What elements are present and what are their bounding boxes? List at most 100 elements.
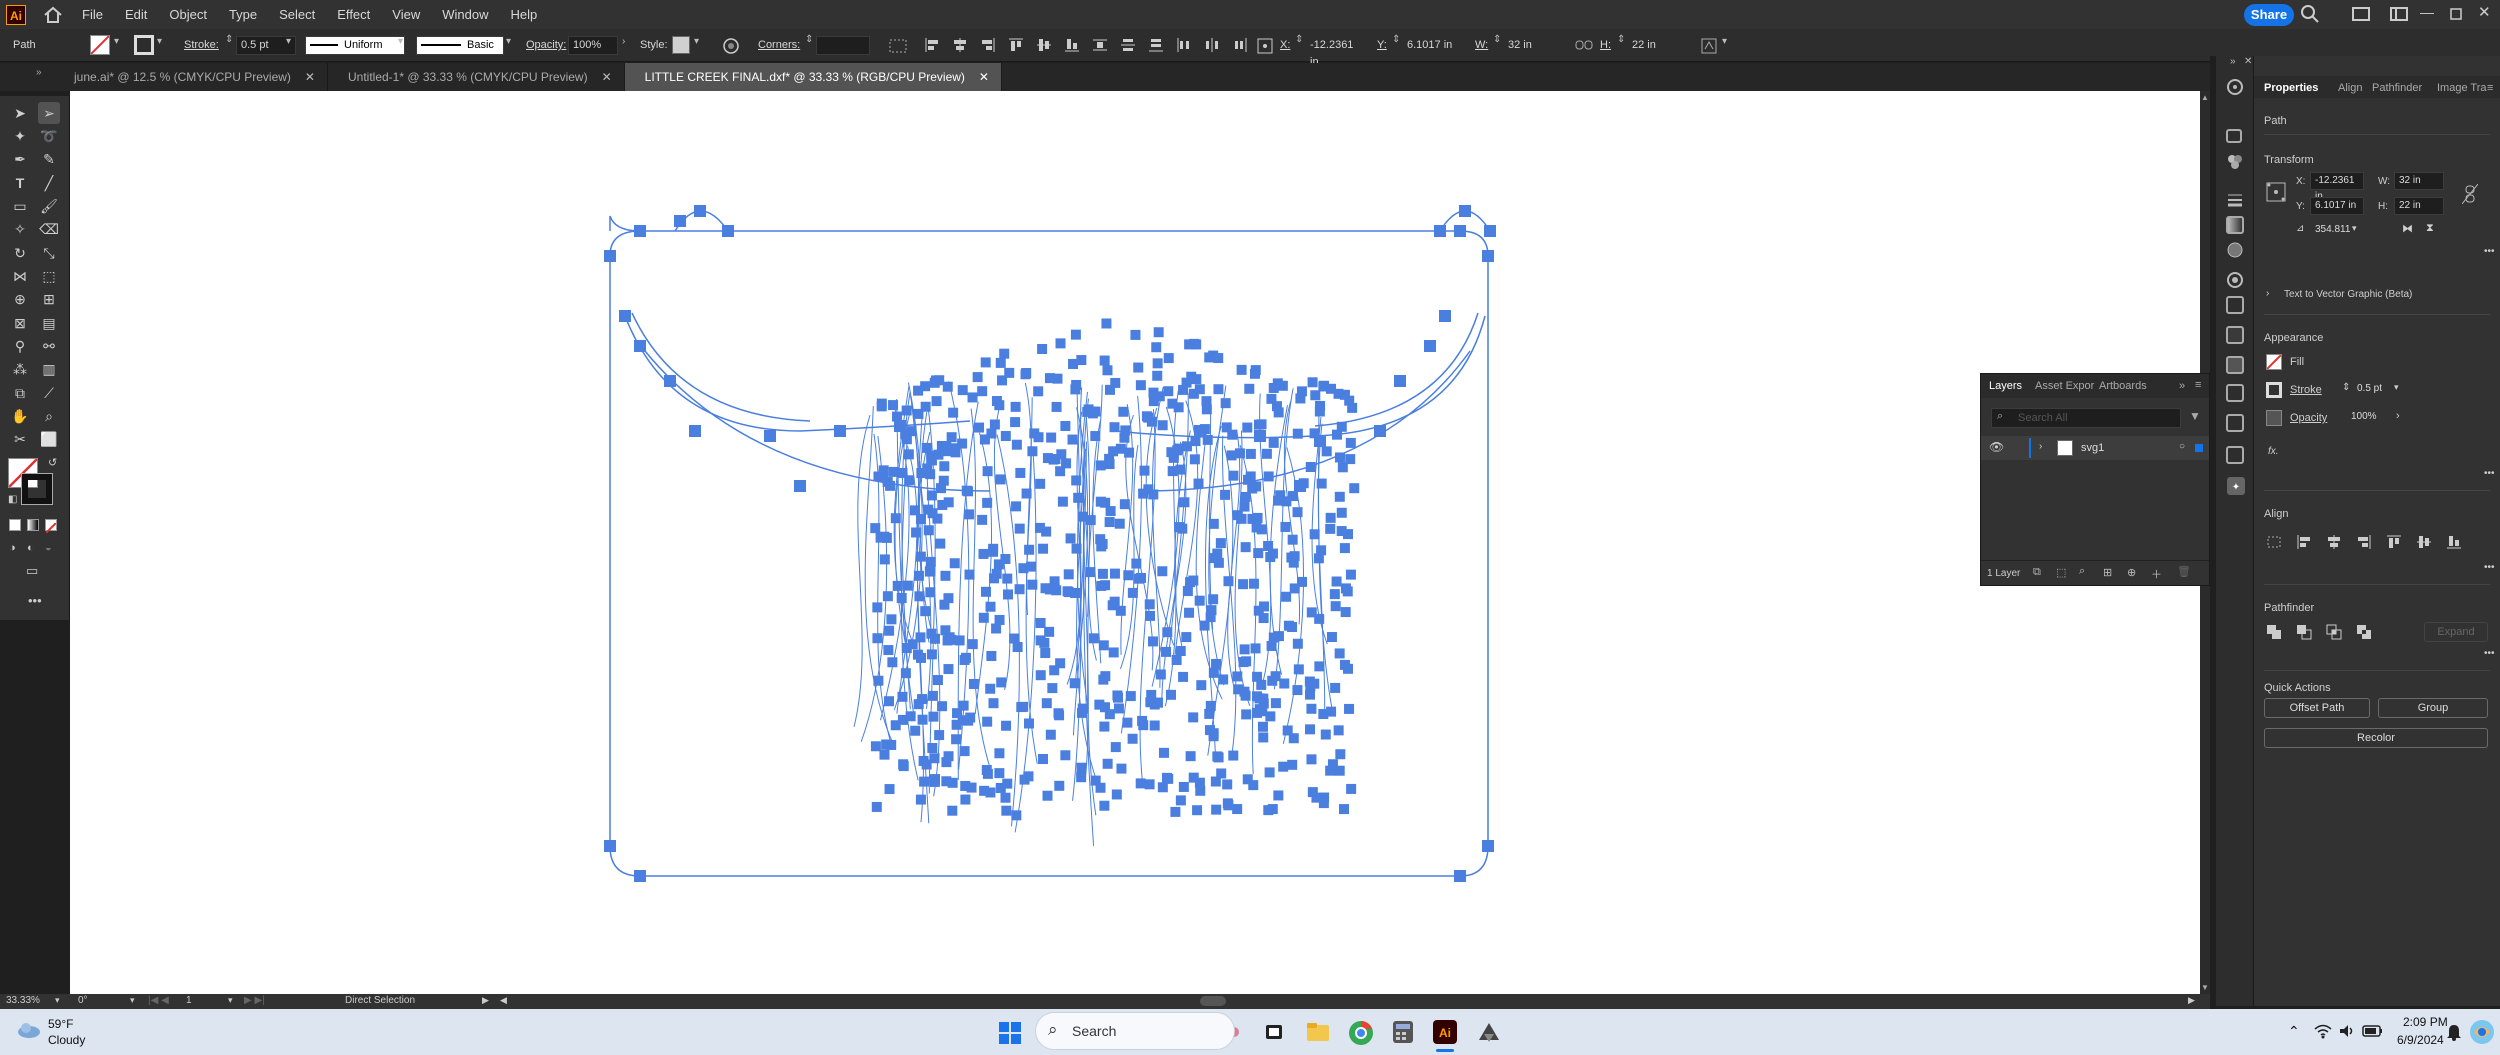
x-stepper-icon[interactable]: ⇕ <box>1295 34 1303 45</box>
anchor-point[interactable] <box>1144 779 1155 790</box>
anchor-point[interactable] <box>1000 792 1011 803</box>
vertical-distribute-bottom-icon[interactable] <box>1148 37 1164 53</box>
anchor-point[interactable] <box>1100 671 1111 682</box>
scroll-right-icon[interactable]: ▶ <box>2188 995 2195 1006</box>
collapse-toolbar-icon[interactable]: » <box>36 67 42 78</box>
anchor-point[interactable] <box>1011 501 1022 512</box>
anchor-point[interactable] <box>1010 401 1021 412</box>
anchor-point[interactable] <box>1167 398 1178 409</box>
anchor-point[interactable] <box>1065 533 1076 544</box>
anchor-point[interactable] <box>1258 732 1269 743</box>
anchor-point[interactable] <box>1454 870 1466 882</box>
anchor-point[interactable] <box>886 614 897 625</box>
anchor-point[interactable] <box>920 606 931 617</box>
anchor-point[interactable] <box>1027 446 1038 457</box>
anchor-point[interactable] <box>890 513 901 524</box>
anchor-point[interactable] <box>1035 670 1046 681</box>
anchor-point[interactable] <box>1163 386 1174 397</box>
anchor-point[interactable] <box>896 593 907 604</box>
eraser-tool-icon[interactable]: ⌫ <box>38 218 60 240</box>
taskbar-search-box[interactable]: ⌕ Search <box>1035 1012 1235 1050</box>
zoom-level[interactable]: 33.33% <box>6 995 40 1006</box>
anchor-point[interactable] <box>985 601 996 612</box>
anchor-point[interactable] <box>689 425 701 437</box>
direct-selection-tool-icon[interactable]: ➢ <box>38 102 60 124</box>
anchor-point[interactable] <box>1314 613 1325 624</box>
anchor-point[interactable] <box>1263 471 1274 482</box>
fill-dropdown-icon[interactable]: ▾ <box>114 36 119 47</box>
anchor-point[interactable] <box>1102 365 1113 376</box>
make-clipping-mask-icon[interactable]: ⬚ <box>2056 566 2066 579</box>
anchor-point[interactable] <box>988 698 999 709</box>
anchor-point[interactable] <box>917 714 928 725</box>
anchor-point[interactable] <box>897 714 908 725</box>
anchor-point[interactable] <box>1266 640 1277 651</box>
anchor-point[interactable] <box>1212 548 1223 559</box>
anchor-point[interactable] <box>1314 435 1326 447</box>
appearance-fill-swatch[interactable] <box>2266 354 2282 370</box>
anchor-point[interactable] <box>1220 398 1231 409</box>
anchor-point[interactable] <box>1213 557 1224 568</box>
appearance-panel-icon[interactable] <box>2226 271 2244 289</box>
anchor-point[interactable] <box>878 468 889 479</box>
expand-section-icon[interactable]: › <box>2266 288 2269 299</box>
anchor-point[interactable] <box>948 407 959 418</box>
anchor-point[interactable] <box>881 739 892 750</box>
anchor-point[interactable] <box>968 678 979 689</box>
anchor-point[interactable] <box>1155 669 1166 680</box>
anchor-point[interactable] <box>1329 589 1340 600</box>
none-mode-icon[interactable] <box>45 519 57 534</box>
anchor-point[interactable] <box>1211 658 1222 669</box>
close-tab-icon[interactable]: ✕ <box>305 70 315 84</box>
anchor-point[interactable] <box>931 396 942 407</box>
menu-file[interactable]: File <box>82 7 103 22</box>
anchor-point[interactable] <box>1165 689 1176 700</box>
anchor-point[interactable] <box>1208 518 1219 529</box>
anchor-point[interactable] <box>972 372 983 383</box>
share-button[interactable]: Share <box>2244 4 2294 26</box>
anchor-point[interactable] <box>1305 462 1316 473</box>
anchor-point[interactable] <box>1314 661 1325 672</box>
anchor-point[interactable] <box>1021 488 1032 499</box>
magic-wand-tool-icon[interactable]: ✦ <box>9 125 31 147</box>
anchor-point[interactable] <box>1076 762 1087 773</box>
paintbrush-tool-icon[interactable]: 🖌 <box>38 195 60 217</box>
anchor-point[interactable] <box>1184 607 1195 618</box>
anchor-point[interactable] <box>1305 724 1316 735</box>
anchor-point[interactable] <box>1016 702 1027 713</box>
anchor-point[interactable] <box>634 225 646 237</box>
anchor-point[interactable] <box>1223 576 1234 587</box>
anchor-point[interactable] <box>1342 586 1353 597</box>
anchor-point[interactable] <box>913 570 924 581</box>
anchor-point[interactable] <box>1340 607 1351 618</box>
anchor-point[interactable] <box>870 523 881 534</box>
anchor-point[interactable] <box>1120 425 1131 436</box>
ai-assistant-panel-icon[interactable]: ✦ <box>2226 476 2246 496</box>
anchor-point[interactable] <box>1119 499 1130 510</box>
anchor-point[interactable] <box>1239 644 1250 655</box>
anchor-point[interactable] <box>932 675 943 686</box>
anchor-point[interactable] <box>1252 707 1263 718</box>
copilot-icon[interactable] <box>2468 1018 2496 1046</box>
angle-dropdown-icon[interactable]: ▾ <box>2352 223 2357 234</box>
anchor-point[interactable] <box>1213 752 1224 763</box>
anchor-point[interactable] <box>1250 365 1261 376</box>
anchor-point[interactable] <box>1248 578 1259 589</box>
show-hidden-icons[interactable]: ⌃ <box>2288 1023 2300 1040</box>
anchor-point[interactable] <box>931 375 942 386</box>
anchor-point[interactable] <box>1112 692 1123 703</box>
layer-row[interactable]: 👁 › svg1 ○ <box>1981 436 2209 460</box>
vertical-distribute-top-icon[interactable] <box>1092 37 1108 53</box>
windows-start-icon[interactable] <box>998 1021 1022 1045</box>
anchor-point[interactable] <box>1161 772 1172 783</box>
curvature-tool-icon[interactable]: ✎ <box>38 148 60 170</box>
anchor-point[interactable] <box>1157 782 1168 793</box>
anchor-point[interactable] <box>939 461 950 472</box>
anchor-point[interactable] <box>1310 390 1321 401</box>
screen-mode-icon[interactable]: ▭ <box>26 563 38 579</box>
anchor-point[interactable] <box>1147 636 1158 647</box>
anchor-point[interactable] <box>892 580 903 591</box>
anchor-point[interactable] <box>1109 422 1120 433</box>
horizontal-align-center-icon[interactable] <box>952 37 968 53</box>
blend-tool-icon[interactable]: ⚯ <box>38 335 60 357</box>
